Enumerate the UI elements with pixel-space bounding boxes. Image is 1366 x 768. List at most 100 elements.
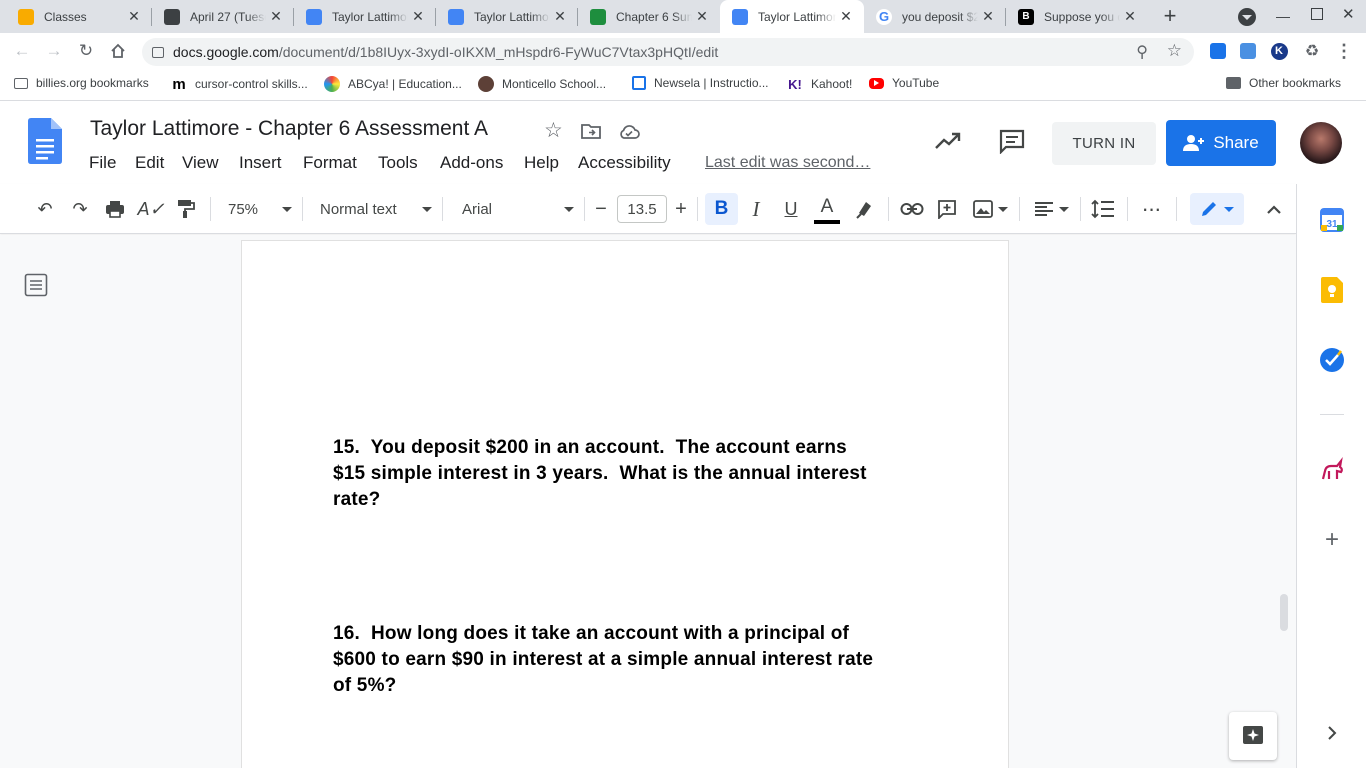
tab-doc-1[interactable]: Taylor Lattimore ✕ bbox=[294, 0, 436, 33]
document-title[interactable]: Taylor Lattimore - Chapter 6 Assessment … bbox=[90, 117, 488, 141]
insert-link-icon[interactable] bbox=[899, 198, 925, 220]
forward-button[interactable]: → bbox=[42, 39, 66, 63]
undo-icon[interactable]: ↶ bbox=[33, 198, 57, 220]
last-edit-link[interactable]: Last edit was second… bbox=[705, 154, 870, 172]
bookmark-monticello[interactable]: Monticello School... bbox=[478, 76, 606, 92]
tab-google-search[interactable]: G you deposit $200 ✕ bbox=[864, 0, 1006, 33]
tab-search-button[interactable] bbox=[1238, 8, 1256, 26]
menu-view[interactable]: View bbox=[182, 153, 219, 173]
text-color-button[interactable]: A bbox=[814, 196, 840, 224]
close-icon[interactable]: ✕ bbox=[692, 8, 712, 25]
font-size-input[interactable]: 13.5 bbox=[617, 195, 667, 223]
home-button[interactable] bbox=[106, 39, 130, 63]
spellcheck-icon[interactable]: A✓ bbox=[137, 198, 164, 220]
bookmark-newsela[interactable]: Newsela | Instructio... bbox=[632, 76, 769, 90]
close-icon[interactable]: ✕ bbox=[978, 8, 998, 25]
font-select[interactable]: Arial bbox=[456, 197, 574, 221]
google-docs-logo-icon[interactable] bbox=[28, 118, 62, 164]
menu-accessibility[interactable]: Accessibility bbox=[578, 153, 671, 173]
move-folder-icon[interactable] bbox=[581, 123, 601, 144]
bold-button[interactable]: B bbox=[705, 193, 738, 225]
google-tasks-icon[interactable] bbox=[1318, 346, 1346, 374]
line-spacing-icon[interactable] bbox=[1090, 198, 1116, 220]
underline-button[interactable]: U bbox=[779, 198, 803, 220]
extension-blue-icon[interactable] bbox=[1236, 39, 1260, 63]
close-window-button[interactable]: ✕ bbox=[1342, 5, 1355, 23]
comment-history-icon[interactable] bbox=[998, 128, 1026, 159]
chrome-menu-icon[interactable]: ⋮ bbox=[1332, 39, 1356, 63]
cloud-saved-icon[interactable] bbox=[618, 124, 640, 144]
activity-dashboard-icon[interactable] bbox=[934, 131, 962, 156]
expand-side-panel-icon[interactable] bbox=[1318, 719, 1346, 747]
menu-add-ons[interactable]: Add-ons bbox=[440, 153, 503, 173]
close-icon[interactable]: ✕ bbox=[1120, 8, 1140, 25]
unicorn-addon-icon[interactable] bbox=[1318, 456, 1346, 484]
reload-button[interactable]: ↻ bbox=[74, 39, 98, 63]
star-icon[interactable]: ☆ bbox=[544, 118, 563, 143]
menu-format[interactable]: Format bbox=[303, 153, 357, 173]
italic-button[interactable]: I bbox=[744, 197, 768, 221]
menu-insert[interactable]: Insert bbox=[239, 153, 282, 173]
document-outline-icon[interactable] bbox=[24, 273, 48, 302]
explore-button[interactable] bbox=[1229, 712, 1277, 760]
back-button[interactable]: ← bbox=[10, 39, 34, 63]
address-bar[interactable]: docs.google.com/document/d/1b8IUyx-3xydI… bbox=[142, 38, 1194, 66]
tab-classes[interactable]: Classes ✕ bbox=[0, 0, 152, 33]
zoom-select[interactable]: 75% bbox=[222, 197, 292, 221]
minimize-button[interactable]: — bbox=[1276, 8, 1290, 24]
align-button[interactable] bbox=[1030, 198, 1072, 220]
bookmark-abcya[interactable]: ABCya! | Education... bbox=[324, 76, 462, 92]
scrollbar-thumb[interactable] bbox=[1280, 594, 1288, 631]
tab-april-27[interactable]: April 27 (Tuesday) ✕ bbox=[152, 0, 294, 33]
decrease-font-size-button[interactable]: − bbox=[591, 198, 611, 220]
close-icon[interactable]: ✕ bbox=[124, 8, 144, 25]
more-options-icon[interactable]: ··· bbox=[1139, 196, 1163, 221]
menu-file[interactable]: File bbox=[89, 153, 116, 173]
insert-image-button[interactable] bbox=[969, 198, 1011, 220]
tab-strip: Classes ✕ April 27 (Tuesday) ✕ Taylor La… bbox=[0, 0, 1366, 33]
tab-doc-active[interactable]: Taylor Lattimore ✕ bbox=[720, 0, 864, 33]
document-page[interactable]: 15. You deposit $200 in an account. The … bbox=[242, 241, 1008, 768]
bookmark-youtube[interactable]: YouTube bbox=[869, 76, 939, 90]
paint-format-icon[interactable] bbox=[174, 198, 198, 220]
highlight-color-icon[interactable] bbox=[853, 198, 877, 220]
google-docs-icon bbox=[732, 8, 748, 25]
account-avatar[interactable] bbox=[1300, 122, 1342, 164]
tab-chapter-6-summary[interactable]: Chapter 6 Summary ✕ bbox=[578, 0, 720, 33]
zoom-icon[interactable]: ⚲ bbox=[1136, 42, 1148, 62]
redo-icon[interactable]: ↷ bbox=[68, 198, 92, 220]
menu-help[interactable]: Help bbox=[524, 153, 559, 173]
tab-brainly[interactable]: B Suppose you deposit ✕ bbox=[1006, 0, 1148, 33]
question-15[interactable]: 15. You deposit $200 in an account. The … bbox=[333, 435, 923, 513]
hide-menus-icon[interactable] bbox=[1262, 198, 1286, 220]
extension-globe-icon[interactable] bbox=[1206, 39, 1230, 63]
get-addons-icon[interactable]: + bbox=[1318, 526, 1346, 554]
bookmark-cursor-control[interactable]: m cursor-control skills... bbox=[171, 76, 307, 93]
new-tab-button[interactable]: + bbox=[1158, 5, 1182, 29]
restore-button[interactable] bbox=[1311, 8, 1323, 20]
increase-font-size-button[interactable]: + bbox=[671, 198, 691, 220]
print-icon[interactable] bbox=[103, 198, 127, 220]
close-icon[interactable]: ✕ bbox=[836, 8, 856, 25]
close-icon[interactable]: ✕ bbox=[408, 8, 428, 25]
google-keep-icon[interactable] bbox=[1318, 276, 1346, 304]
bookmark-kahoot[interactable]: K! Kahoot! bbox=[787, 76, 852, 92]
menu-edit[interactable]: Edit bbox=[135, 153, 164, 173]
share-button[interactable]: Share bbox=[1166, 120, 1276, 166]
add-comment-icon[interactable] bbox=[935, 198, 959, 220]
bookmark-star-icon[interactable]: ☆ bbox=[1167, 41, 1182, 61]
editing-mode-button[interactable] bbox=[1190, 193, 1244, 225]
close-icon[interactable]: ✕ bbox=[550, 8, 570, 25]
turn-in-button[interactable]: TURN IN bbox=[1052, 122, 1156, 165]
question-16[interactable]: 16. How long does it take an account wit… bbox=[333, 621, 923, 699]
bookmark-billies[interactable]: billies.org bookmarks bbox=[14, 76, 149, 90]
close-icon[interactable]: ✕ bbox=[266, 8, 286, 25]
extensions-puzzle-icon[interactable]: ♻ bbox=[1300, 39, 1324, 63]
bookmark-other[interactable]: Other bookmarks bbox=[1226, 76, 1341, 90]
menu-tools[interactable]: Tools bbox=[378, 153, 418, 173]
page-info-icon[interactable] bbox=[152, 46, 164, 58]
tab-doc-2[interactable]: Taylor Lattimore ✕ bbox=[436, 0, 578, 33]
extension-k-icon[interactable]: K bbox=[1267, 39, 1291, 63]
paragraph-style-select[interactable]: Normal text bbox=[314, 197, 432, 221]
google-calendar-icon[interactable]: 31 bbox=[1318, 206, 1346, 234]
